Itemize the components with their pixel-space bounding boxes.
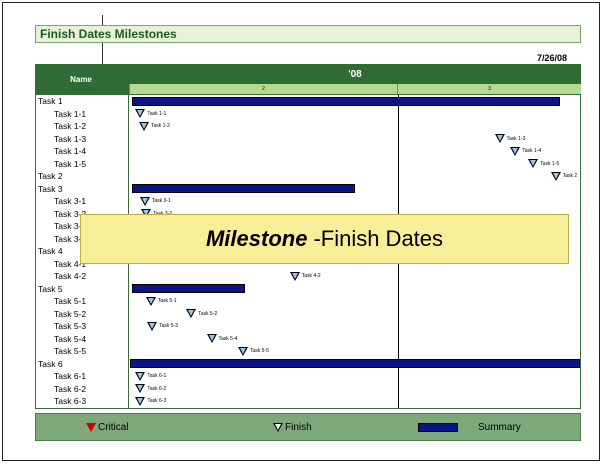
milestone-label: Task 2 [562,173,578,179]
row-label: Task 1-4 [54,146,87,156]
milestone-label: Task 5-1 [157,298,177,304]
finish-triangle-icon [550,171,561,181]
row-label: Task 5-2 [54,308,87,319]
row-label: Task 1-2 [54,121,87,131]
legend-summary: Summary [418,422,521,433]
milestone-marker: Task 4-2 [289,271,321,281]
milestone-label: Task 1-2 [151,123,170,129]
row-label: Task 6 [38,358,63,369]
row-label: Task 5-5 [54,346,87,356]
finish-triangle-icon [135,384,146,393]
row-label: Task 5-3 [54,321,87,331]
milestone-marker: Task 1-2 [139,121,170,131]
milestone-label: Task 6-2 [147,385,167,392]
row-label: Task 5-4 [54,333,87,344]
milestone-label: Task 3-1 [151,198,171,204]
legend: Critical Finish Summary [35,413,581,441]
milestone-marker: Task 6-2 [135,384,166,394]
finish-triangle-icon [186,309,197,318]
row-label: Task 4 [38,246,63,256]
row-label: Task 5 [38,283,63,294]
row-label: Task 3 [38,183,63,194]
summary-bar [132,96,560,106]
finish-triangle-icon [528,159,539,168]
milestone-marker: Task 3-1 [139,196,171,206]
finish-triangle-icon [135,396,146,406]
milestone-marker: Task 2 [550,171,578,181]
milestone-label: Task 1-1 [147,110,167,117]
summary-swatch [418,423,458,432]
finish-triangle-icon [206,334,217,343]
legend-finish: Finish [273,422,312,433]
row-label: Task 5-1 [54,296,87,306]
milestone-marker: Task 1-1 [135,109,166,119]
finish-triangle-icon [135,109,146,118]
row-label: Task 4-2 [54,271,87,281]
milestone-label: Task 1-5 [540,160,560,167]
milestone-label: Task 5-2 [198,310,218,317]
milestone-label: Task 5-5 [250,348,269,354]
finish-triangle-icon [494,134,505,143]
milestone-label: Task 1-4 [522,148,542,154]
milestone-marker: Task 1-4 [510,146,541,156]
finish-triangle-icon [139,196,150,206]
summary-bar [132,184,355,193]
summary-bar [132,284,245,293]
finish-triangle-icon [135,371,146,381]
callout-banner: Milestone -Finish Dates [80,214,569,264]
legend-summary-label: Summary [478,422,521,433]
year-header: '08 [348,68,362,80]
finish-triangle-icon [147,321,158,331]
legend-critical: Critical [86,422,129,433]
summary-bar [130,359,580,368]
milestone-label: Task 6-1 [147,373,167,379]
finish-triangle-icon [139,121,149,131]
milestone-label: Task 6-3 [147,398,167,404]
milestone-marker: Task 5-2 [186,309,217,319]
callout-emphasis: Milestone [205,226,308,251]
milestone-marker: Task 5-1 [145,296,177,306]
row-label: Task 1-5 [54,158,87,169]
milestone-marker: Task 6-3 [135,396,166,406]
milestone-marker: Task 6-1 [135,371,166,381]
period-header-2: 2 [129,84,397,94]
callout-text: -Finish Dates [313,226,444,251]
finish-triangle-icon [510,146,521,156]
milestone-label: Task 4-2 [301,273,321,279]
row-label: Task 6-2 [54,383,87,394]
milestone-marker: Task 5-4 [206,334,238,344]
row-label: Task 1-1 [54,108,87,119]
row-label: Task 3-1 [54,196,87,206]
milestone-marker: Task 1-3 [494,134,526,144]
milestone-label: Task 5-3 [159,323,178,329]
milestone-marker: Task 5-3 [147,321,178,331]
milestone-label: Task 5-4 [218,335,238,342]
legend-critical-label: Critical [98,422,129,433]
row-label: Task 6-3 [54,396,87,406]
period-header-3: 3 [397,84,581,94]
legend-finish-label: Finish [285,422,312,433]
page-title: Finish Dates Milestones [40,27,177,41]
row-label: Task 6-1 [54,371,87,381]
row-label: Task 2 [38,171,63,181]
title-bar: Finish Dates Milestones [35,25,581,43]
period-header-row: 2 3 [129,84,581,94]
slide-frame: Finish Dates Milestones 7/26/08 Name '08… [2,2,600,461]
row-label: Task 1-3 [54,133,87,144]
finish-triangle-icon [289,271,300,281]
finish-triangle-icon [145,296,156,306]
row-label: Task 1 [38,96,63,106]
report-date: 7/26/08 [536,53,567,63]
critical-triangle-icon [86,423,96,432]
finish-triangle-icon [273,423,283,432]
milestone-label: Task 1-3 [506,135,526,142]
finish-triangle-icon [238,346,248,356]
milestone-marker: Task 1-5 [528,159,559,169]
milestone-marker: Task 5-5 [238,346,269,356]
gantt-header: Name '08 2 3 [35,64,581,94]
name-column-header: Name [70,74,92,84]
